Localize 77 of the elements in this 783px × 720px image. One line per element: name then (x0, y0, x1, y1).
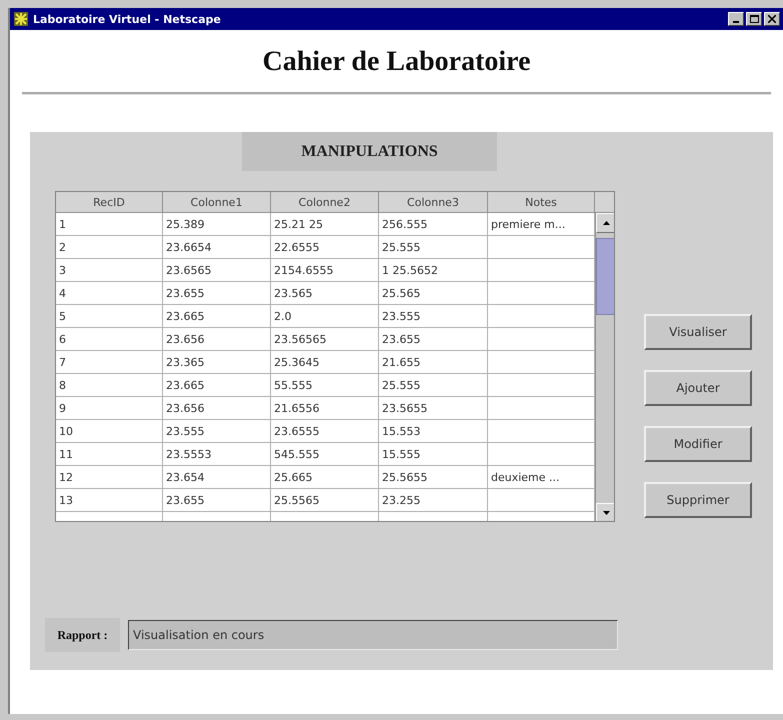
table-cell: 22.6555 (271, 236, 379, 259)
column-header[interactable]: Notes (488, 192, 595, 213)
table-cell: 10 (56, 420, 163, 443)
table-cell: 256.555 (379, 213, 488, 236)
table-cell: 23.6654 (163, 236, 271, 259)
table-cell: 2.0 (271, 305, 379, 328)
app-icon (13, 11, 29, 27)
close-icon (768, 15, 776, 23)
table-cell: 25.555 (379, 236, 488, 259)
action-button[interactable]: Supprimer (644, 482, 752, 518)
table-cell: 15.555 (379, 443, 488, 466)
minimize-button[interactable] (728, 12, 744, 26)
table-cell: 23.655 (163, 489, 271, 512)
table-cell: 6 (56, 328, 163, 351)
table-cell: 23.5655 (379, 397, 488, 420)
table-cell: 1 (56, 213, 163, 236)
table-cell: 12 (56, 466, 163, 489)
table-cell: 23.6555 (271, 420, 379, 443)
table-cell: 25.5565 (271, 489, 379, 512)
column-header[interactable]: Colonne2 (271, 192, 379, 213)
table-cell: 25.5655 (379, 466, 488, 489)
table-cell: 23.665 (163, 374, 271, 397)
table-cell: 23.56565 (271, 328, 379, 351)
close-button[interactable] (764, 12, 780, 26)
table-cell: 23.665 (163, 305, 271, 328)
table-cell: 545.555 (271, 443, 379, 466)
table-cell: 11 (56, 443, 163, 466)
report-field[interactable]: Visualisation en cours (128, 620, 618, 650)
table-cell: 2154.6555 (271, 259, 379, 282)
table-cell: 23.555 (379, 305, 488, 328)
scroll-down-icon[interactable] (596, 503, 614, 521)
scrollbar[interactable] (595, 213, 614, 521)
window-title: Laboratoire Virtuel - Netscape (33, 12, 222, 26)
table-cell: 23.365 (163, 351, 271, 374)
table-cell: 23.656 (163, 397, 271, 420)
table-cell: 15.553 (379, 420, 488, 443)
table-cell: 3 (56, 259, 163, 282)
table-cell: 9 (56, 397, 163, 420)
table-cell: 23.555 (163, 420, 271, 443)
table-cell: 1 25.5652 (379, 259, 488, 282)
action-button[interactable]: Modifier (644, 426, 752, 462)
scroll-thumb[interactable] (596, 238, 614, 315)
page-heading: Cahier de Laboratoire (261, 46, 532, 78)
column-header[interactable]: RecID (56, 192, 163, 213)
table-cell: 25.3645 (271, 351, 379, 374)
table-cell: 21.655 (379, 351, 488, 374)
action-button[interactable]: Ajouter (644, 370, 752, 406)
table-cell: 25.665 (271, 466, 379, 489)
section-title: MANIPULATIONS (242, 132, 497, 171)
table-cell: 23.6565 (163, 259, 271, 282)
table-cell: 4 (56, 282, 163, 305)
table-cell: 21.6556 (271, 397, 379, 420)
table-cell: 25.565 (379, 282, 488, 305)
scroll-up-icon[interactable] (596, 213, 614, 233)
table-cell: 25.555 (379, 374, 488, 397)
table-cell: 5 (56, 305, 163, 328)
corner-header (595, 192, 614, 213)
table-cell: 23.5553 (163, 443, 271, 466)
table-cell: 23.656 (163, 328, 271, 351)
column-header[interactable]: Colonne3 (379, 192, 488, 213)
maximize-icon (750, 15, 758, 23)
action-button[interactable]: Visualiser (644, 314, 752, 350)
table-cell: 23.565 (271, 282, 379, 305)
table-cell: 25.389 (163, 213, 271, 236)
column-header[interactable]: Colonne1 (163, 192, 271, 213)
table-cell: 23.655 (379, 328, 488, 351)
table-cell: 23.654 (163, 466, 271, 489)
table-cell: 55.555 (271, 374, 379, 397)
maximize-button[interactable] (746, 12, 762, 26)
table-cell: 23.255 (379, 489, 488, 512)
table-cell: 2 (56, 236, 163, 259)
table-cell: 25.21 25 (271, 213, 379, 236)
table-cell: 23.655 (163, 282, 271, 305)
report-label: Rapport : (45, 618, 120, 652)
table-cell: 13 (56, 489, 163, 512)
table-cell: 7 (56, 351, 163, 374)
table-cell: 8 (56, 374, 163, 397)
